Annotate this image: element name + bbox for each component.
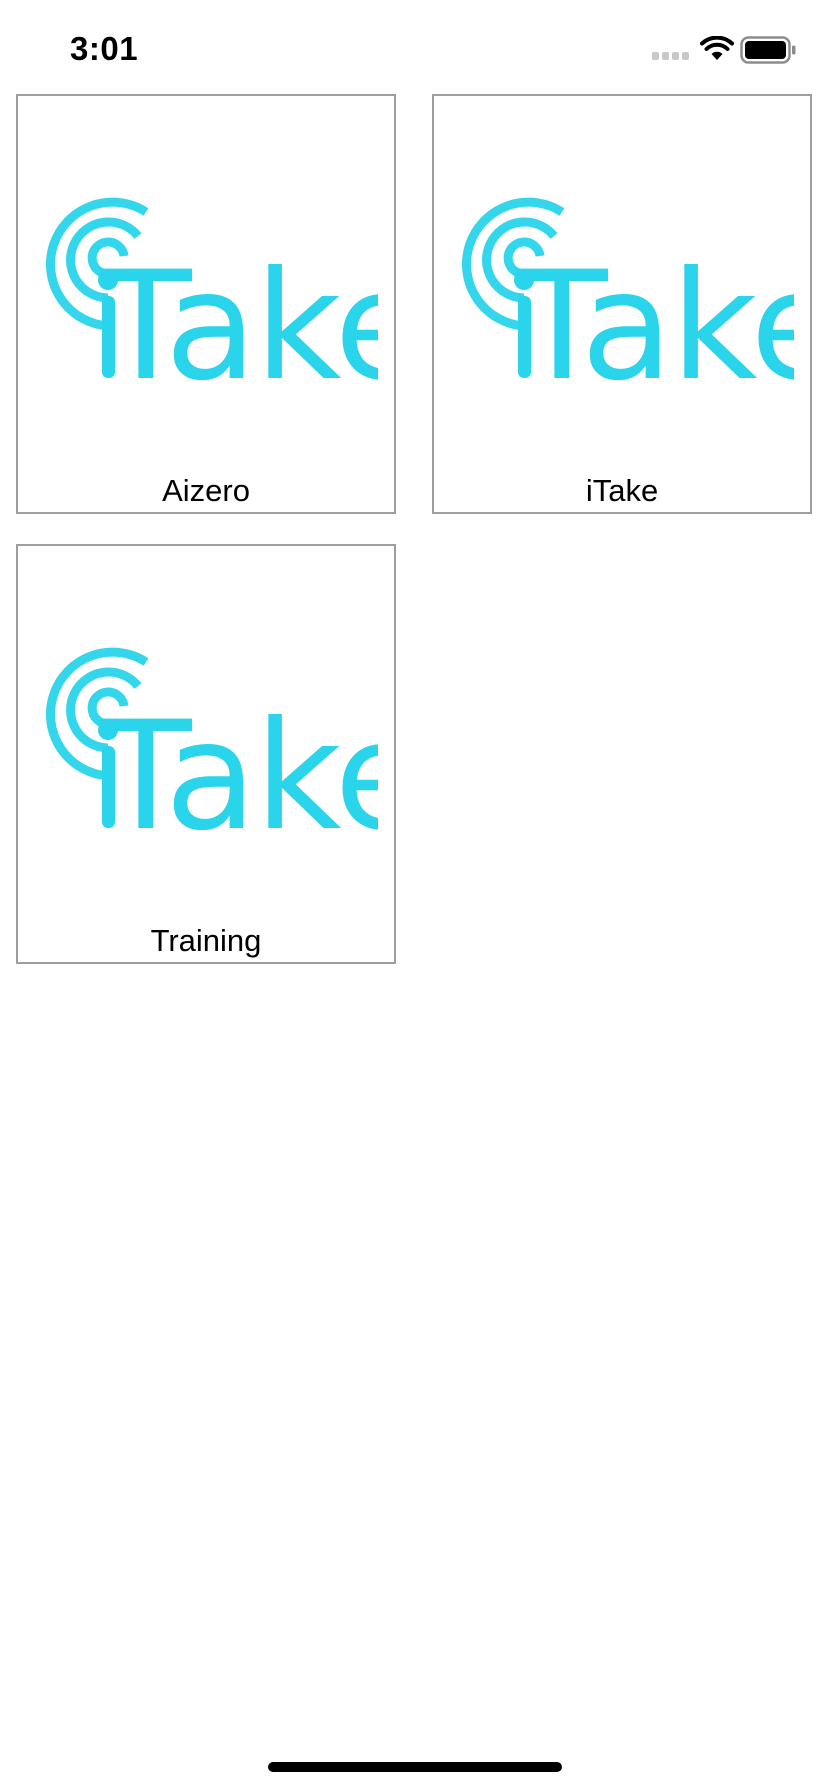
app-card-training[interactable]: Take Training [16, 544, 396, 964]
itake-logo-icon: Take [46, 197, 378, 396]
app-screen: 3:01 Take Ai [0, 0, 828, 1792]
card-label: iTake [585, 473, 659, 508]
svg-text:Take: Take [99, 240, 378, 396]
svg-text:Take: Take [99, 690, 378, 846]
app-card-aizero[interactable]: Take Aizero [16, 94, 396, 514]
itake-logo-icon: Take [46, 647, 378, 846]
status-bar: 3:01 [0, 0, 828, 96]
home-indicator[interactable] [268, 1762, 562, 1772]
svg-text:Take: Take [515, 240, 794, 396]
app-card-itake[interactable]: Take iTake [432, 94, 812, 514]
card-label: Aizero [162, 473, 250, 508]
status-time: 3:01 [70, 30, 139, 67]
itake-logo-icon: Take [462, 197, 794, 396]
card-label: Training [150, 923, 262, 958]
battery-icon [740, 36, 796, 64]
cellular-signal-icon [652, 52, 692, 62]
wifi-icon [700, 36, 734, 60]
